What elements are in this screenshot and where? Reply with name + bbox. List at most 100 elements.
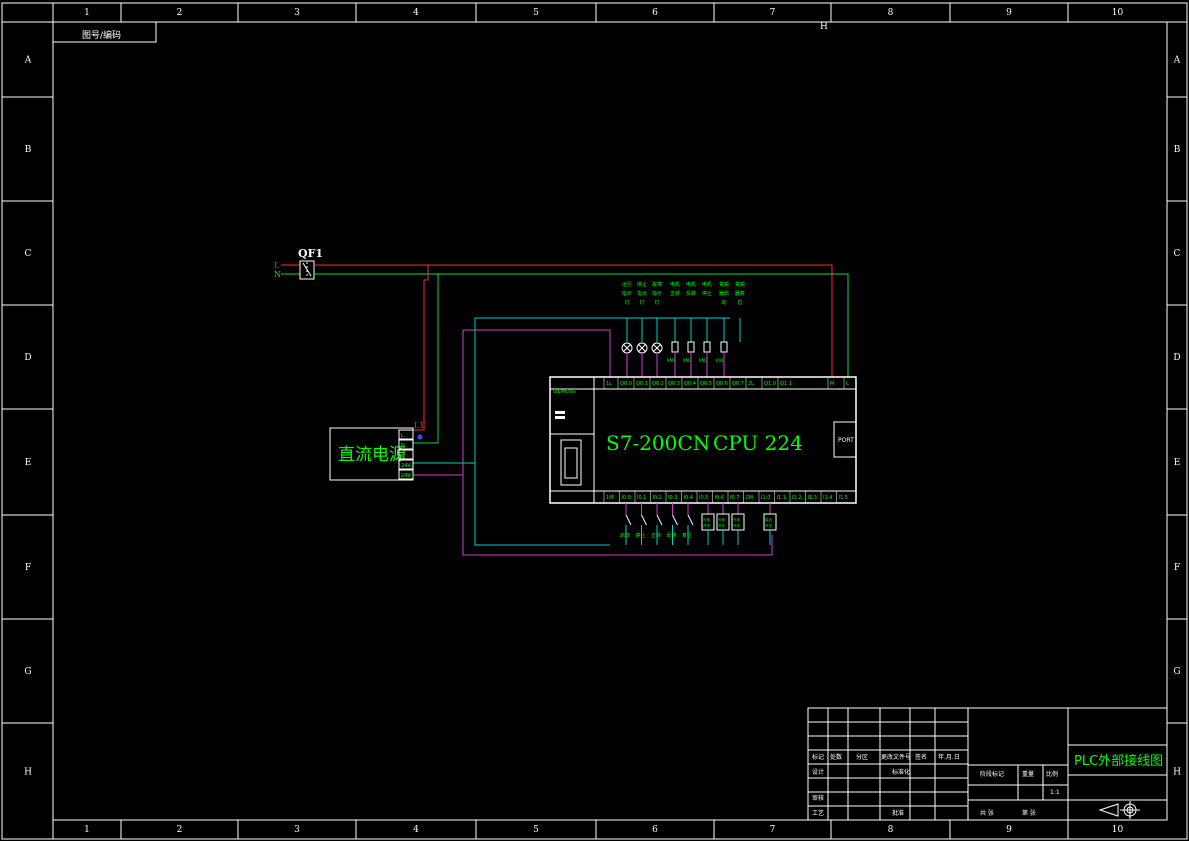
drawing-title: PLC外部接线图 bbox=[1074, 753, 1163, 769]
input-label: 启动 bbox=[620, 532, 630, 539]
input-label: 复位 bbox=[682, 532, 692, 539]
title-block-cell: 更改文件号 bbox=[881, 753, 911, 761]
title-block-cell: 批准 bbox=[892, 809, 904, 817]
column-label: 6 bbox=[652, 8, 658, 18]
sensor-label: 开关 bbox=[733, 523, 741, 528]
projection-symbol-icon bbox=[1098, 801, 1140, 819]
coil-icon bbox=[703, 341, 711, 353]
plc-s7-200: SIEMENS S7-200CN CPU 224 PORT 1L Q0.0 Q0.1… bbox=[549, 376, 857, 504]
wire-neutral-N bbox=[314, 273, 849, 444]
sensor-label: 光电 bbox=[733, 517, 741, 522]
svg-text:图号/编码: 图号/编码 bbox=[82, 29, 121, 41]
plc-output-terminal: Q0.5 bbox=[700, 381, 712, 387]
output-label: 正转 bbox=[670, 290, 680, 297]
row-label: D bbox=[1173, 353, 1180, 363]
row-label: G bbox=[1173, 667, 1180, 677]
output-label: 电机 bbox=[670, 281, 680, 288]
output-label: 器复 bbox=[735, 290, 745, 297]
svg-text:SIEMENS: SIEMENS bbox=[553, 389, 575, 395]
output-label: 灯 bbox=[624, 299, 629, 306]
row-label: F bbox=[1174, 563, 1180, 573]
title-block-cell: 比例 bbox=[1046, 770, 1058, 778]
sensor-label: 开关 bbox=[703, 523, 711, 528]
column-label: 2 bbox=[177, 825, 183, 835]
plc-output-terminal: 2L bbox=[748, 381, 754, 387]
plc-output-terminal: Q0.0 bbox=[620, 381, 632, 387]
plc-input-terminal: I0.4 bbox=[684, 495, 693, 501]
plc-input-terminal: I0.0 bbox=[622, 495, 631, 501]
row-label: H bbox=[24, 768, 32, 778]
plc-input-terminal: I0.7 bbox=[730, 495, 739, 501]
plc-model: S7-200CN bbox=[606, 431, 710, 455]
sensor-label: 光电 bbox=[718, 517, 726, 522]
plc-input-terminal: 1M bbox=[606, 495, 614, 501]
plc-input-terminal: I1.0 bbox=[761, 495, 770, 501]
row-label: C bbox=[25, 249, 32, 259]
output-label: 灯 bbox=[639, 299, 644, 306]
column-label: 1 bbox=[84, 825, 90, 835]
svg-text:PORT: PORT bbox=[838, 437, 854, 444]
doc-number-tab: 图号/编码 bbox=[52, 21, 157, 43]
title-block-cell: 处数 bbox=[830, 753, 842, 761]
output-label: 运行 bbox=[622, 281, 632, 288]
plc-output-terminal: Q0.7 bbox=[732, 381, 744, 387]
plc-input-terminal: I0.2 bbox=[653, 495, 662, 501]
row-label: D bbox=[24, 353, 31, 363]
output-label: 指示 bbox=[652, 290, 662, 297]
plc-output-terminal: Q0.2 bbox=[652, 381, 664, 387]
column-label: 9 bbox=[1006, 825, 1012, 835]
column-label: 5 bbox=[533, 825, 539, 835]
plc-input-terminal: I0.3 bbox=[668, 495, 677, 501]
ps-terminal-label: 24V- bbox=[401, 463, 412, 469]
column-label: 9 bbox=[1006, 8, 1012, 18]
coil-icon bbox=[720, 341, 728, 353]
input-devices: 启动 停止 正转 反转 复位光电开关光电开关光电开关接近开关 bbox=[620, 503, 777, 545]
title-block-cell: 标记 bbox=[812, 753, 824, 761]
dc-power-supply: 直流电源 LN ⏚ 24V- 24V+ L1 bbox=[329, 421, 424, 481]
coil-icon bbox=[671, 341, 679, 353]
row-label: F bbox=[25, 563, 31, 573]
plc-input-terminal: I1.3 bbox=[808, 495, 817, 501]
title-block-cell: 1:1 bbox=[1050, 789, 1060, 796]
title-block-cell: 标准化 bbox=[892, 768, 910, 776]
plc-input-terminal: I1.2 bbox=[792, 495, 801, 501]
plc-input-terminal: I0.6 bbox=[715, 495, 724, 501]
svg-text:L1: L1 bbox=[414, 421, 424, 430]
ps-terminal-label: ⏚ bbox=[401, 452, 406, 459]
output-label: 指示 bbox=[637, 290, 647, 297]
column-label: 8 bbox=[888, 825, 894, 835]
plc-output-terminal: Q0.6 bbox=[716, 381, 728, 387]
column-label: 10 bbox=[1112, 8, 1124, 18]
title-block-cell: 审核 bbox=[812, 794, 824, 802]
sensor-label: 光电 bbox=[703, 517, 711, 522]
plc-output-terminal: Q0.1 bbox=[636, 381, 648, 387]
switch-icon bbox=[672, 514, 678, 526]
row-label: C bbox=[1174, 249, 1181, 259]
column-label: 4 bbox=[413, 8, 419, 18]
column-markers: 1 1 2 2 3 3 4 4 5 5 6 6 7 7 8 8 9 9 10 10 bbox=[52, 3, 1124, 839]
corner-label: H bbox=[820, 22, 828, 32]
switch-icon bbox=[656, 514, 663, 526]
svg-text:N: N bbox=[274, 270, 281, 279]
column-label: 6 bbox=[652, 825, 658, 835]
output-label: 变频 bbox=[735, 281, 745, 288]
row-label: B bbox=[1174, 145, 1181, 155]
output-label: 灯 bbox=[654, 299, 659, 306]
output-label: 变频 bbox=[719, 281, 729, 288]
plc-input-terminal: I1.4 bbox=[823, 495, 832, 501]
title-block-cell: 第 张 bbox=[1022, 809, 1036, 817]
row-label: E bbox=[1174, 458, 1181, 468]
coil-tag: KA1 bbox=[716, 358, 724, 363]
plc-input-terminal: I0.1 bbox=[637, 495, 646, 501]
title-block-cell: 工艺 bbox=[812, 809, 824, 817]
input-label: 正转 bbox=[651, 532, 661, 539]
column-label: 7 bbox=[770, 8, 776, 18]
title-block-cell: 共 张 bbox=[980, 809, 994, 817]
row-label: H bbox=[1173, 768, 1181, 778]
title-block-cell: 阶段标记 bbox=[980, 770, 1004, 778]
output-label: 器启 bbox=[719, 290, 729, 297]
ps-terminal-label: L bbox=[401, 433, 404, 439]
output-label: 故障 bbox=[652, 281, 662, 288]
svg-text:L: L bbox=[274, 261, 280, 270]
ps-terminal-label: 24V+ bbox=[401, 473, 415, 479]
